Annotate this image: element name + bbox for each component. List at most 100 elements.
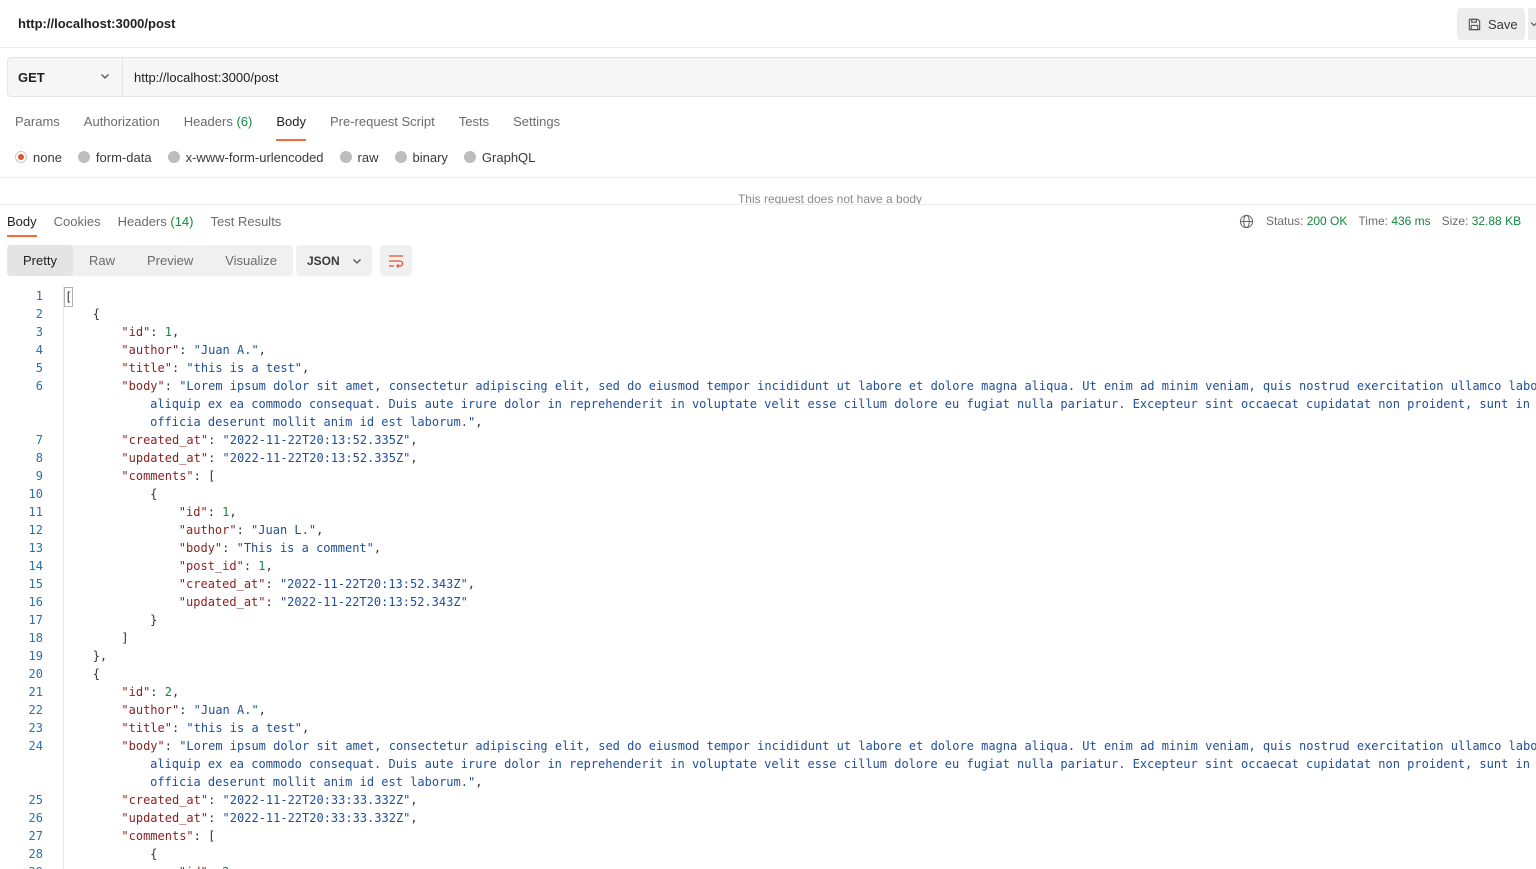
- url-input[interactable]: [124, 58, 1524, 96]
- size-info[interactable]: Size: 32.88 KB: [1442, 214, 1521, 228]
- radio-x-www-form-urlencoded[interactable]: x-www-form-urlencoded: [167, 150, 324, 165]
- code-text: "updated_at": "2022-11-22T20:13:52.335Z"…: [121, 451, 418, 465]
- line-number: 1: [35, 289, 43, 303]
- code-text: aliquip ex ea commodo consequat. Duis au…: [150, 397, 1536, 411]
- divider: [0, 177, 1536, 178]
- line-number: 13: [28, 541, 43, 555]
- line-number: 5: [35, 361, 43, 375]
- tab-params[interactable]: Params: [15, 111, 60, 141]
- pane-resizer[interactable]: [0, 204, 1536, 205]
- radio-selected-icon: [15, 151, 27, 163]
- line-number: 25: [28, 793, 43, 807]
- line-number: 14: [28, 559, 43, 573]
- code-text: },: [92, 649, 108, 663]
- line-number: 15: [28, 577, 43, 591]
- line-number: 23: [28, 721, 43, 735]
- line-number: 6: [35, 379, 43, 393]
- line-number: 12: [28, 523, 43, 537]
- line-number: 16: [28, 595, 43, 609]
- format-select[interactable]: JSON: [296, 245, 372, 276]
- save-label: Save: [1488, 16, 1518, 32]
- code-text: "id": 2,: [179, 863, 237, 869]
- view-visualize-button[interactable]: Visualize: [209, 245, 293, 276]
- radio-icon: [394, 151, 407, 163]
- save-options-button[interactable]: [1527, 8, 1536, 40]
- code-text: officia deserunt mollit anim id est labo…: [150, 415, 483, 429]
- line-number: 2: [35, 307, 43, 321]
- line-number: 24: [28, 739, 43, 753]
- line-number: 18: [28, 631, 43, 645]
- chevron-down-icon: [352, 258, 361, 264]
- method-select[interactable]: GET: [8, 58, 123, 96]
- line-number: 27: [28, 829, 43, 843]
- line-number: 11: [28, 505, 43, 519]
- code-text: {: [92, 667, 100, 681]
- code-text: "post_id": 1,: [178, 559, 273, 573]
- response-body-editor[interactable]: 1 [2 {3 "id": 1, 4 "author": "Juan A.", 5 "titl…: [0, 286, 1536, 869]
- format-value: JSON: [307, 253, 340, 268]
- response-tabs: Body Cookies Headers (14) Test Results: [7, 212, 298, 237]
- line-number: 29: [0, 863, 43, 869]
- code-text: "author": "Juan A.",: [121, 343, 266, 357]
- radio-none[interactable]: none: [15, 150, 62, 165]
- no-body-message: This request does not have a body: [737, 192, 923, 204]
- radio-icon: [77, 151, 90, 163]
- tab-authorization[interactable]: Authorization: [84, 111, 160, 141]
- code-text: "created_at": "2022-11-22T20:13:52.335Z"…: [121, 433, 418, 447]
- code-text: }: [150, 613, 158, 627]
- tab-settings[interactable]: Settings: [513, 111, 560, 141]
- code-text: "created_at": "2022-11-22T20:33:33.332Z"…: [121, 793, 418, 807]
- response-tab-body[interactable]: Body: [7, 212, 37, 237]
- title-bar: http://localhost:3000/post Save: [0, 0, 1536, 48]
- code-text: "comments": [: [121, 469, 216, 483]
- code-text: officia deserunt mollit anim id est labo…: [150, 775, 483, 789]
- wrap-lines-button[interactable]: [380, 245, 412, 276]
- code-text: {: [150, 847, 158, 861]
- line-number: 17: [28, 613, 43, 627]
- response-tab-cookies[interactable]: Cookies: [54, 212, 101, 236]
- line-number: 20: [28, 667, 43, 681]
- radio-icon: [167, 151, 180, 163]
- code-text: {: [92, 307, 100, 321]
- radio-form-data[interactable]: form-data: [77, 150, 152, 165]
- view-preview-button[interactable]: Preview: [131, 245, 209, 276]
- line-number: 10: [28, 487, 43, 501]
- response-tab-test-results[interactable]: Test Results: [211, 212, 282, 236]
- code-text: "id": 1,: [121, 325, 180, 339]
- tab-body[interactable]: Body: [276, 111, 306, 141]
- view-pretty-button[interactable]: Pretty: [7, 245, 73, 276]
- line-number: 19: [28, 649, 43, 663]
- tab-tests[interactable]: Tests: [459, 111, 489, 141]
- status-info[interactable]: Status: 200 OK: [1266, 214, 1347, 228]
- globe-icon[interactable]: [1239, 214, 1254, 229]
- line-number: 7: [35, 433, 43, 447]
- radio-graphql[interactable]: GraphQL: [463, 150, 535, 165]
- chevron-down-icon: [101, 74, 109, 79]
- time-info[interactable]: Time: 436 ms: [1358, 214, 1430, 228]
- url-bar: GET: [7, 57, 1536, 97]
- tab-pre-request-script[interactable]: Pre-request Script: [330, 111, 435, 141]
- request-title[interactable]: http://localhost:3000/post: [18, 16, 175, 31]
- tab-headers[interactable]: Headers (6): [184, 111, 253, 141]
- code-text: "body": "Lorem ipsum dolor sit amet, con…: [121, 739, 1536, 753]
- radio-raw[interactable]: raw: [339, 150, 379, 165]
- line-number: 9: [35, 469, 43, 483]
- save-button[interactable]: Save: [1457, 8, 1525, 40]
- code-text: "comments": [: [121, 829, 216, 843]
- line-number: 22: [28, 703, 43, 717]
- radio-icon: [339, 151, 352, 163]
- response-tab-headers[interactable]: Headers (14): [118, 212, 194, 236]
- body-type-radios: none form-data x-www-form-urlencoded raw…: [15, 149, 551, 165]
- radio-binary[interactable]: binary: [394, 150, 448, 165]
- view-mode-segmented: Pretty Raw Preview Visualize: [7, 245, 294, 276]
- code-text: "title": "this is a test",: [121, 361, 310, 375]
- line-number: 28: [28, 847, 43, 861]
- line-number: 21: [28, 685, 43, 699]
- line-number: 3: [35, 325, 43, 339]
- request-tabs: Params Authorization Headers (6) Body Pr…: [15, 111, 584, 141]
- code-text: [: [64, 287, 74, 307]
- code-text: "id": 1,: [178, 505, 237, 519]
- code-text: "id": 2,: [121, 685, 180, 699]
- view-raw-button[interactable]: Raw: [73, 245, 131, 276]
- code-text: {: [150, 487, 158, 501]
